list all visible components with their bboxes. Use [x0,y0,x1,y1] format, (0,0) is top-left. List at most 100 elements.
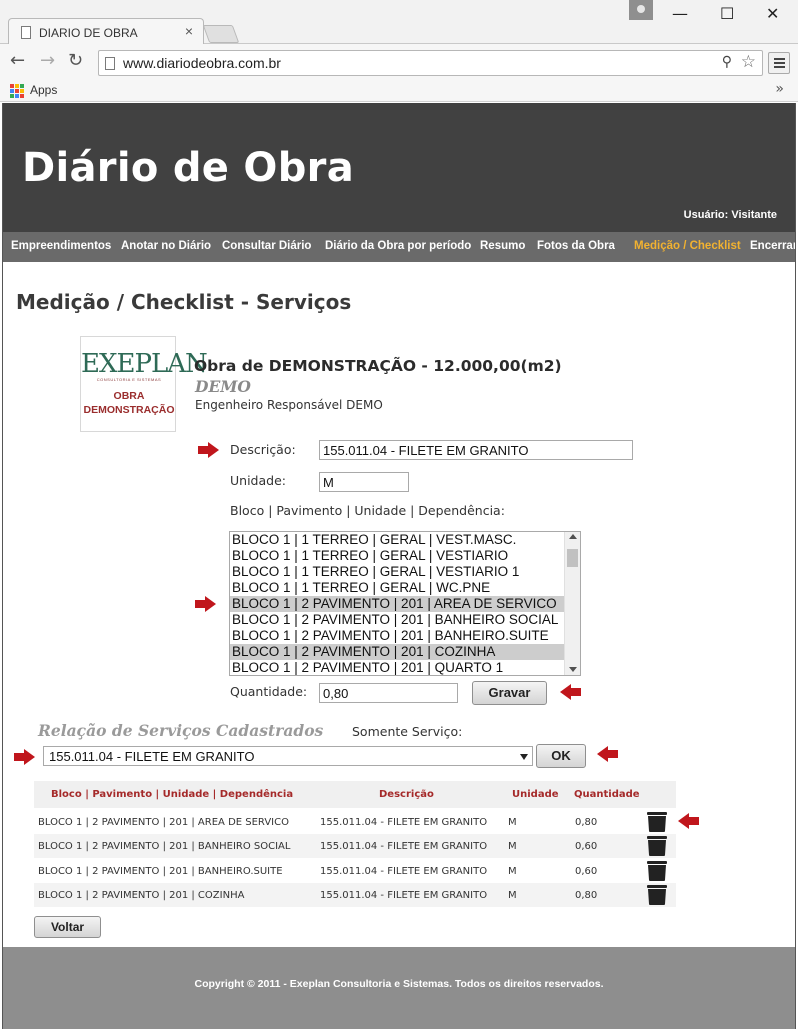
nav-diario-periodo[interactable]: Diário da Obra por período [325,240,471,252]
listbox-option-selected[interactable]: BLOCO 1 | 2 PAVIMENTO | 201 | COZINHA [230,644,564,660]
obra-title: Obra de DEMONSTRAÇÃO - 12.000,00(m2) [194,357,562,375]
column-header: Unidade [512,789,559,800]
tab-close-icon[interactable]: × [185,23,193,39]
listbox-option[interactable]: BLOCO 1 | 1 TERREO | GERAL | VESTIARIO 1 [230,564,564,580]
unidade-label: Unidade: [230,473,286,488]
servico-select-value: 155.011.04 - FILETE EM GRANITO [49,749,255,764]
listbox-option[interactable]: BLOCO 1 | 1 TERREO | GERAL | VESTIARIO [230,548,564,564]
listbox-option[interactable]: BLOCO 1 | 1 TERREO | GERAL | VEST.MASC. [230,532,564,548]
site-header: Diário de Obra Usuário: Visitante [3,103,795,232]
tab-title: DIARIO DE OBRA [39,26,138,40]
column-header: Bloco | Pavimento | Unidade | Dependênci… [51,789,294,800]
back-icon[interactable]: ← [10,52,25,70]
apps-icon[interactable] [10,84,24,98]
voltar-button[interactable]: Voltar [34,916,101,938]
servico-select[interactable]: 155.011.04 - FILETE EM GRANITO [43,746,533,766]
scroll-down-icon[interactable] [569,667,577,672]
cell-unidade: M [508,841,517,852]
address-bar[interactable]: www.diariodeobra.com.br ⚲ ☆ [98,50,763,76]
descricao-label: Descrição: [230,442,296,457]
obra-engineer: Engenheiro Responsável DEMO [195,398,383,412]
browser-window-bar: DIARIO DE OBRA × — ☐ ✕ [0,0,798,45]
minimize-icon[interactable]: — [672,4,688,23]
listbox-option[interactable]: BLOCO 1 | 2 PAVIMENTO | 201 | BANHEIRO.S… [230,628,564,644]
table-row: BLOCO 1 | 2 PAVIMENTO | 201 | COZINHA 15… [34,883,676,907]
url-text[interactable]: www.diariodeobra.com.br [123,55,281,71]
nav-resumo[interactable]: Resumo [480,240,525,252]
listbox-option[interactable]: BLOCO 1 | 2 PAVIMENTO | 201 | QUARTO 1 [230,660,564,675]
cell-bloco: BLOCO 1 | 2 PAVIMENTO | 201 | COZINHA [38,890,245,901]
new-tab-button[interactable] [202,25,240,43]
key-icon[interactable]: ⚲ [722,54,732,70]
logo-tagline: CONSULTORIA E SISTEMAS [96,377,162,382]
listbox-option[interactable]: BLOCO 1 | 2 PAVIMENTO | 201 | BANHEIRO S… [230,612,564,628]
cell-unidade: M [508,866,517,877]
cell-unidade: M [508,890,517,901]
cell-descricao: 155.011.04 - FILETE EM GRANITO [320,866,488,877]
forward-icon[interactable]: → [40,52,55,70]
trash-icon[interactable] [646,861,668,881]
trash-icon[interactable] [646,812,668,832]
table-header: Bloco | Pavimento | Unidade | Dependênci… [34,781,676,808]
browser-tab[interactable]: DIARIO DE OBRA × [8,18,204,45]
nav-empreendimentos[interactable]: Empreendimentos [11,240,111,252]
table-row: BLOCO 1 | 2 PAVIMENTO | 201 | BANHEIRO.S… [34,859,676,883]
maximize-icon[interactable]: ☐ [720,4,734,23]
nav-consultar-diario[interactable]: Consultar Diário [222,240,311,252]
apps-link[interactable]: Apps [30,83,57,97]
nav-fotos-obra[interactable]: Fotos da Obra [537,240,615,252]
close-window-icon[interactable]: ✕ [766,4,779,23]
page-title: Medição / Checklist - Serviços [16,290,352,314]
red-arrow-icon [678,813,699,829]
chevron-down-icon[interactable] [520,754,528,760]
listbox-option-selected[interactable]: BLOCO 1 | 2 PAVIMENTO | 201 | AREA DE SE… [230,596,564,612]
unidade-input[interactable] [319,472,409,492]
trash-icon[interactable] [646,885,668,905]
profile-icon[interactable] [629,0,653,20]
nav-anotar-diario[interactable]: Anotar no Diário [121,240,211,252]
listbox-option[interactable]: BLOCO 1 | 1 TERREO | GERAL | WC.PNE [230,580,564,596]
browser-menu-icon[interactable] [768,52,790,74]
user-info: Usuário: Visitante [683,209,777,221]
trash-icon[interactable] [646,836,668,856]
bookmarks-more-icon[interactable]: » [775,81,784,97]
red-arrow-icon [195,596,216,612]
page-icon [21,26,31,39]
obra-subtitle: DEMO [195,377,251,396]
nav-encerrar[interactable]: Encerrar [750,240,795,252]
logo-brand: EXEPLAN [81,349,208,379]
red-arrow-icon [14,749,35,765]
quantidade-input[interactable] [319,683,458,703]
footer-copyright: Copyright © 2011 - Exeplan Consultoria e… [194,978,604,990]
nav-medicao-checklist[interactable]: Medição / Checklist [634,240,741,252]
relacao-title: Relação de Serviços Cadastrados [38,721,324,740]
logo-obra-label: OBRA [113,390,145,402]
column-header: Quantidade [574,789,640,800]
descricao-input[interactable] [319,440,633,460]
cell-bloco: BLOCO 1 | 2 PAVIMENTO | 201 | BANHEIRO S… [38,841,291,852]
gravar-button[interactable]: Gravar [472,681,547,705]
site-title: Diário de Obra [22,145,354,191]
scroll-thumb[interactable] [567,549,578,567]
cell-descricao: 155.011.04 - FILETE EM GRANITO [320,890,488,901]
bookmark-star-icon[interactable]: ☆ [741,52,756,72]
site-page: Diário de Obra Usuário: Visitante Empree… [2,103,796,1029]
reload-icon[interactable]: ↻ [68,52,83,70]
cell-bloco: BLOCO 1 | 2 PAVIMENTO | 201 | AREA DE SE… [38,817,289,828]
cell-quantidade: 0,80 [575,890,598,901]
listbox-scrollbar[interactable] [564,532,580,675]
red-arrow-icon [560,684,581,700]
dependencia-listbox[interactable]: BLOCO 1 | 1 TERREO | GERAL | VEST.MASC. … [229,531,581,676]
quantidade-label: Quantidade: [230,684,308,699]
table-row: BLOCO 1 | 2 PAVIMENTO | 201 | BANHEIRO S… [34,834,676,858]
cell-quantidade: 0,60 [575,866,598,877]
ok-button[interactable]: OK [536,744,586,768]
cell-descricao: 155.011.04 - FILETE EM GRANITO [320,817,488,828]
red-arrow-icon [198,442,219,458]
cell-quantidade: 0,80 [575,817,598,828]
cell-bloco: BLOCO 1 | 2 PAVIMENTO | 201 | BANHEIRO.S… [38,866,283,877]
company-logo: EXEPLAN CONSULTORIA E SISTEMAS OBRA DEMO… [80,336,208,432]
scroll-up-icon[interactable] [569,534,577,539]
table-row: BLOCO 1 | 2 PAVIMENTO | 201 | AREA DE SE… [34,810,676,834]
somente-servico-label: Somente Serviço: [352,724,463,739]
